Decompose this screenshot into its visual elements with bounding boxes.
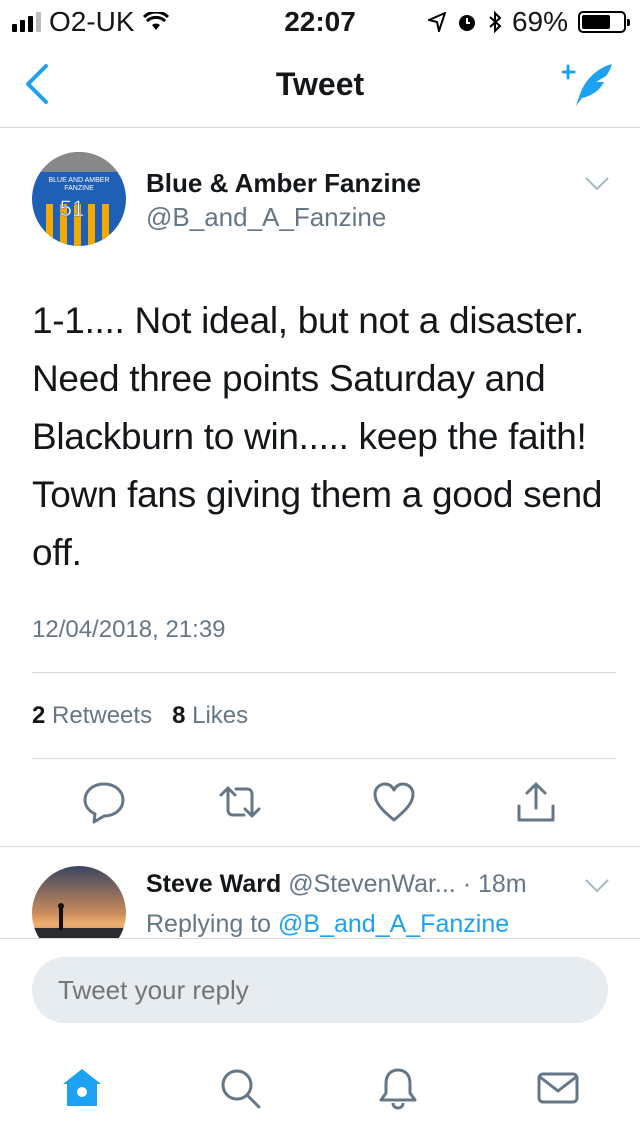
retweet-icon[interactable] [218,780,262,824]
divider [32,758,616,759]
reply-time: · 18m [462,870,527,898]
chevron-down-icon[interactable] [584,176,610,192]
status-bar: O2-UK 22:07 69% [0,0,640,40]
tweet-text: 1-1.... Not ideal, but not a disaster. N… [32,300,603,573]
reply-author-name[interactable]: Steve Ward [146,870,281,898]
avatar-number: 51 [60,196,84,221]
battery-fill [582,15,610,29]
replying-to: Replying to @B_and_A_Fanzine [146,910,509,939]
replying-handle-link[interactable]: @B_and_A_Fanzine [278,910,509,938]
notifications-bell-icon[interactable] [376,1066,420,1110]
avatar-text-line1: BLUE AND AMBER [48,177,109,184]
avatar-text-line2: FANZINE [64,185,94,192]
author-name[interactable]: Blue & Amber Fanzine [146,168,421,199]
divider [32,672,616,673]
compose-tweet-icon[interactable] [562,60,614,108]
retweets-stat[interactable]: 2 Retweets [32,702,152,729]
replying-prefix: Replying to [146,910,272,938]
battery-icon [578,11,630,33]
tweet-stats: 2 Retweets 8 Likes [32,702,248,730]
tweet-timestamp: 12/04/2018, 21:39 [32,616,226,643]
location-icon [427,12,446,32]
messages-envelope-icon[interactable] [536,1066,580,1110]
tweet-actions [0,780,640,830]
likes-count: 8 [172,702,186,729]
reply-icon[interactable] [82,780,126,824]
status-right: 69% [427,6,630,38]
avatar[interactable]: BLUE AND AMBER FANZINE 51 [32,152,126,246]
page-title: Tweet [275,66,365,102]
author-handle[interactable]: @B_and_A_Fanzine [146,202,386,233]
chevron-down-icon[interactable] [584,878,610,894]
reply-author-handle[interactable]: @StevenWar... [288,870,456,898]
nav-bar: Tweet [0,40,640,128]
likes-stat[interactable]: 8 Likes [172,702,248,729]
reply-input[interactable] [32,957,608,1023]
tab-bar [0,1034,640,1136]
section-separator [0,846,640,847]
bluetooth-icon [489,10,502,34]
likes-label: Likes [192,702,249,729]
jersey-avatar-image: BLUE AND AMBER FANZINE 51 [32,152,126,246]
home-icon[interactable] [60,1066,104,1110]
retweets-label: Retweets [52,702,153,729]
alarm-icon [458,15,475,31]
retweets-count: 2 [32,702,46,729]
share-icon[interactable] [514,780,558,824]
reply-header: Steve Ward @StevenWar... · 18m [146,870,527,899]
battery-percent: 69% [511,6,568,37]
reply-bar [0,938,640,1034]
like-heart-icon[interactable] [372,780,416,824]
search-icon[interactable] [218,1066,262,1110]
